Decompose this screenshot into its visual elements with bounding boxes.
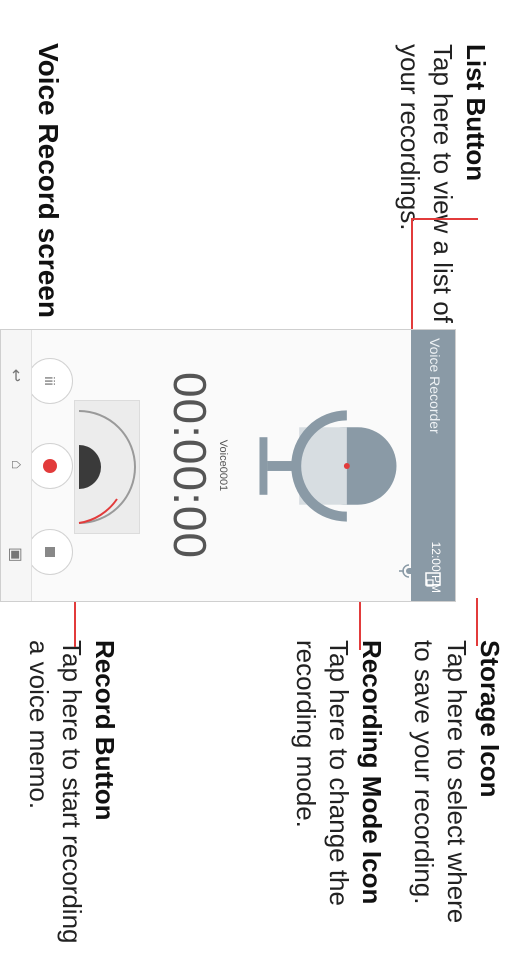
list-button[interactable]: iii — [27, 358, 73, 404]
app-title: Voice Recorder — [427, 338, 443, 434]
annotation-storage-icon: Storage Icon Tap here to select where to… — [407, 640, 506, 923]
phone-screen: Voice Recorder 12:00 PM Voice0001 00:00:… — [0, 329, 456, 602]
annotation-recording-mode-icon: Recording Mode Icon Tap here to change t… — [289, 640, 388, 906]
annotation-desc: Tap here to change the — [324, 640, 354, 906]
record-icon — [43, 459, 57, 473]
annotation-desc: recording mode. — [291, 640, 321, 828]
annotation-desc: a voice memo. — [24, 640, 54, 810]
annotation-title: Storage Icon — [475, 640, 505, 798]
level-meter — [74, 400, 140, 534]
annotation-desc: your recordings. — [395, 44, 425, 231]
annotation-title: Recording Mode Icon — [357, 640, 387, 905]
home-icon[interactable]: ⌂ — [7, 460, 25, 470]
annotation-desc: to save your recording. — [409, 640, 439, 905]
recent-apps-icon[interactable]: ▣ — [6, 547, 26, 562]
annotation-desc: Tap here to start recording — [57, 640, 87, 944]
back-icon[interactable]: ↩ — [6, 369, 26, 382]
timer-display: 00:00:00 — [164, 371, 216, 560]
microphone-icon — [259, 410, 397, 522]
system-navbar: ↩ ⌂ ▣ — [1, 330, 32, 601]
annotation-desc: Tap here to view a list of — [428, 44, 458, 323]
annotation-list-button: List Button Tap here to view a list of y… — [393, 44, 492, 323]
figure: List Button Tap here to view a list of y… — [0, 0, 516, 953]
file-name: Voice0001 — [217, 439, 229, 492]
status-bar: Voice Recorder 12:00 PM — [411, 330, 455, 601]
figure-caption: Voice Record screen — [33, 43, 64, 318]
leader-line — [413, 218, 478, 220]
record-button[interactable] — [27, 443, 73, 489]
leader-line — [476, 598, 478, 646]
storage-icon[interactable] — [424, 571, 442, 589]
stop-button[interactable] — [27, 529, 73, 575]
annotation-record-button: Record Button Tap here to start recordin… — [22, 640, 121, 944]
stop-icon — [45, 547, 55, 557]
annotation-desc: Tap here to select where — [442, 640, 472, 924]
annotation-title: Record Button — [90, 640, 120, 821]
annotation-title: List Button — [461, 44, 491, 182]
list-icon: iii — [42, 376, 58, 386]
recording-mode-icon[interactable] — [397, 563, 417, 579]
